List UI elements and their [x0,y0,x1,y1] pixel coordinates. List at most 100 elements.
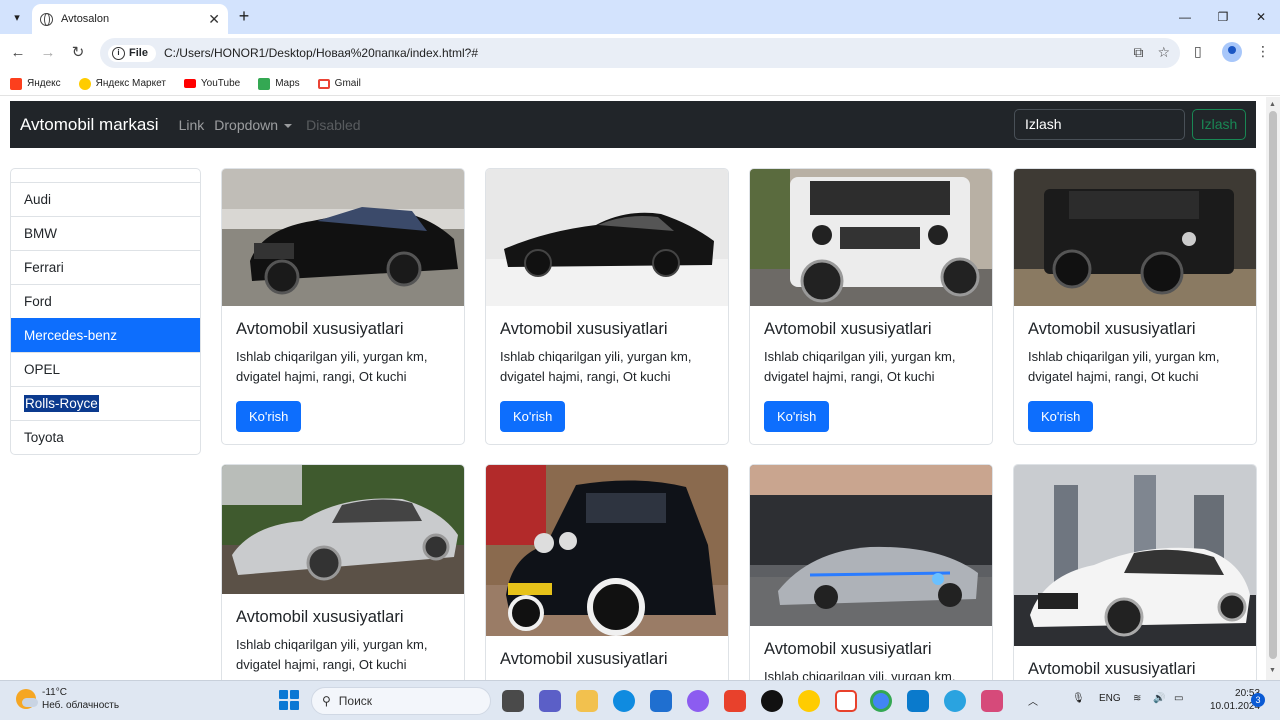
tab-search-chevron-icon[interactable]: ▾ [6,6,28,28]
card-text: Ishlab chiqarilgan yili, yurgan km, dvig… [236,637,428,672]
forward-arrow-icon[interactable]: → [38,43,58,63]
maximize-icon[interactable]: ❐ [1204,0,1242,34]
vscode-icon[interactable] [907,690,929,712]
file-explorer-icon[interactable] [576,690,598,712]
list-item-ford[interactable]: Ford [11,284,200,318]
car-image [486,465,728,636]
search-button[interactable]: Izlash [1192,109,1246,140]
nav-link-disabled: Disabled [306,116,361,133]
list-item-bmw[interactable]: BMW [11,216,200,250]
bookmark-yandex-market[interactable]: Яндекс Маркет [78,77,166,90]
list-item-mercedes-benz[interactable]: Mercedes-benz [11,318,200,352]
weather-desc: Неб. облачность [42,700,120,711]
side-panel-icon[interactable]: ▯ [1194,43,1202,60]
search-input[interactable]: Izlash [1014,109,1185,140]
minimize-icon[interactable]: — [1166,0,1204,34]
store-icon[interactable] [650,690,672,712]
taskbar-search[interactable]: ⚲ Поиск [311,687,491,715]
yandex-icon[interactable] [835,690,857,712]
list-item-ferrari[interactable]: Ferrari [11,250,200,284]
view-button[interactable]: Ko'rish [1028,401,1094,432]
scroll-up-icon[interactable]: ▲ [1269,101,1276,108]
list-item-toyota[interactable]: Toyota [11,420,200,454]
bookmark-yandex[interactable]: Яндекс [10,77,61,90]
microphone-icon[interactable]: 🎙 [1072,693,1085,704]
card-text: Ishlab chiqarilgan yili, yurgan km, dvig… [500,349,692,384]
card-title: Avtomobil xususiyatlari [236,608,404,626]
edge-icon[interactable] [613,690,635,712]
car-photo-silver-slk [222,465,464,594]
car-image [750,465,992,626]
page-scrollbar[interactable]: ▲ ▼ [1266,97,1280,680]
chat-icon[interactable] [539,690,561,712]
yandex-market-icon [78,77,91,90]
reload-icon[interactable]: ↻ [68,43,88,63]
selected-text: Rolls-Royce [24,395,99,412]
tray-chevron-icon[interactable]: ︿ [1028,693,1038,708]
card-title: Avtomobil xususiyatlari [236,320,404,338]
site-info-chip[interactable]: i File [108,44,156,62]
info-icon: i [112,46,125,60]
card-title: Avtomobil xususiyatlari [500,320,668,338]
scroll-thumb[interactable] [1269,111,1277,659]
address-bar[interactable]: i File C:/Users/HONOR1/Desktop/Новая%20п… [100,38,1180,68]
taskbar-search-label: Поиск [338,694,373,708]
bookmark-maps[interactable]: Maps [258,77,300,90]
car-image [222,169,464,306]
weather-cloudy-icon [16,689,38,709]
list-item-rolls-royce[interactable]: Rolls-Royce [11,386,200,420]
browser-tab[interactable]: Avtosalon ✕ [32,4,228,34]
search-icon: ⚲ [322,694,331,708]
back-arrow-icon[interactable]: ← [8,43,28,63]
wifi-icon[interactable]: ≋ [1133,693,1141,704]
menu-kebab-icon[interactable]: ⋮ [1256,43,1270,60]
new-tab-button[interactable]: + [234,6,254,28]
profile-avatar[interactable] [1222,42,1242,62]
card-text: Ishlab chiqarilgan yili, yurgan km, dvig… [236,349,428,384]
tiktok-icon[interactable] [761,690,783,712]
car-card: Avtomobil xususiyatlari [485,464,729,680]
car-card: Avtomobil xususiyatlari Ishlab chiqarilg… [749,168,993,445]
task-view-icon[interactable] [502,690,524,712]
view-button[interactable]: Ko'rish [236,401,302,432]
chrome-icon[interactable] [870,690,892,712]
notification-badge[interactable]: 3 [1251,693,1265,707]
car-photo-vintage-mercedes [486,465,728,636]
volume-icon[interactable]: 🔊 [1153,693,1165,704]
navbar-brand[interactable]: Avtomobil markasi [20,115,159,135]
card-text: Ishlab chiqarilgan yili, yurgan km, dvig… [1028,349,1220,384]
bookmark-gmail[interactable]: Gmail [317,78,361,89]
tab-title: Avtosalon [61,13,110,25]
language-indicator[interactable]: ENG [1099,693,1121,704]
window-close-icon[interactable]: ✕ [1242,0,1280,34]
card-title: Avtomobil xususiyatlari [1028,320,1196,338]
market-icon[interactable] [798,690,820,712]
car-card: Avtomobil xususiyatlari [1013,464,1257,680]
telegram-icon[interactable] [944,690,966,712]
navbar: Avtomobil markasi Link Dropdown Disabled… [10,101,1256,148]
car-card: Avtomobil xususiyatlari Ishlab chiqarilg… [1013,168,1257,445]
tab-close-icon[interactable]: ✕ [208,11,220,28]
weather-widget[interactable]: -11°C Неб. облачность [16,686,119,712]
youtube-icon [183,79,196,88]
yandex-browser-icon[interactable] [724,690,746,712]
weather-temp: -11°C [42,687,67,698]
gmail-icon [317,78,330,89]
translate-icon[interactable]: ⧉ [1133,44,1143,61]
globe-icon [40,12,53,26]
battery-icon[interactable]: ▭ [1174,693,1183,704]
windows-start-icon[interactable] [279,690,299,710]
scroll-down-icon[interactable]: ▼ [1269,667,1276,674]
view-button[interactable]: Ko'rish [500,401,566,432]
app-icon[interactable] [981,690,1003,712]
car-photo-white-gle-coupe [1014,465,1256,646]
bookmark-youtube[interactable]: YouTube [183,78,240,89]
nav-dropdown[interactable]: Dropdown [214,117,293,133]
card-title: Avtomobil xususiyatlari [764,640,932,658]
list-item-audi[interactable]: Audi [11,182,200,216]
view-button[interactable]: Ko'rish [764,401,830,432]
alice-icon[interactable] [687,690,709,712]
nav-link[interactable]: Link [179,117,205,133]
list-item-opel[interactable]: OPEL [11,352,200,386]
bookmark-star-icon[interactable]: ☆ [1157,44,1170,61]
